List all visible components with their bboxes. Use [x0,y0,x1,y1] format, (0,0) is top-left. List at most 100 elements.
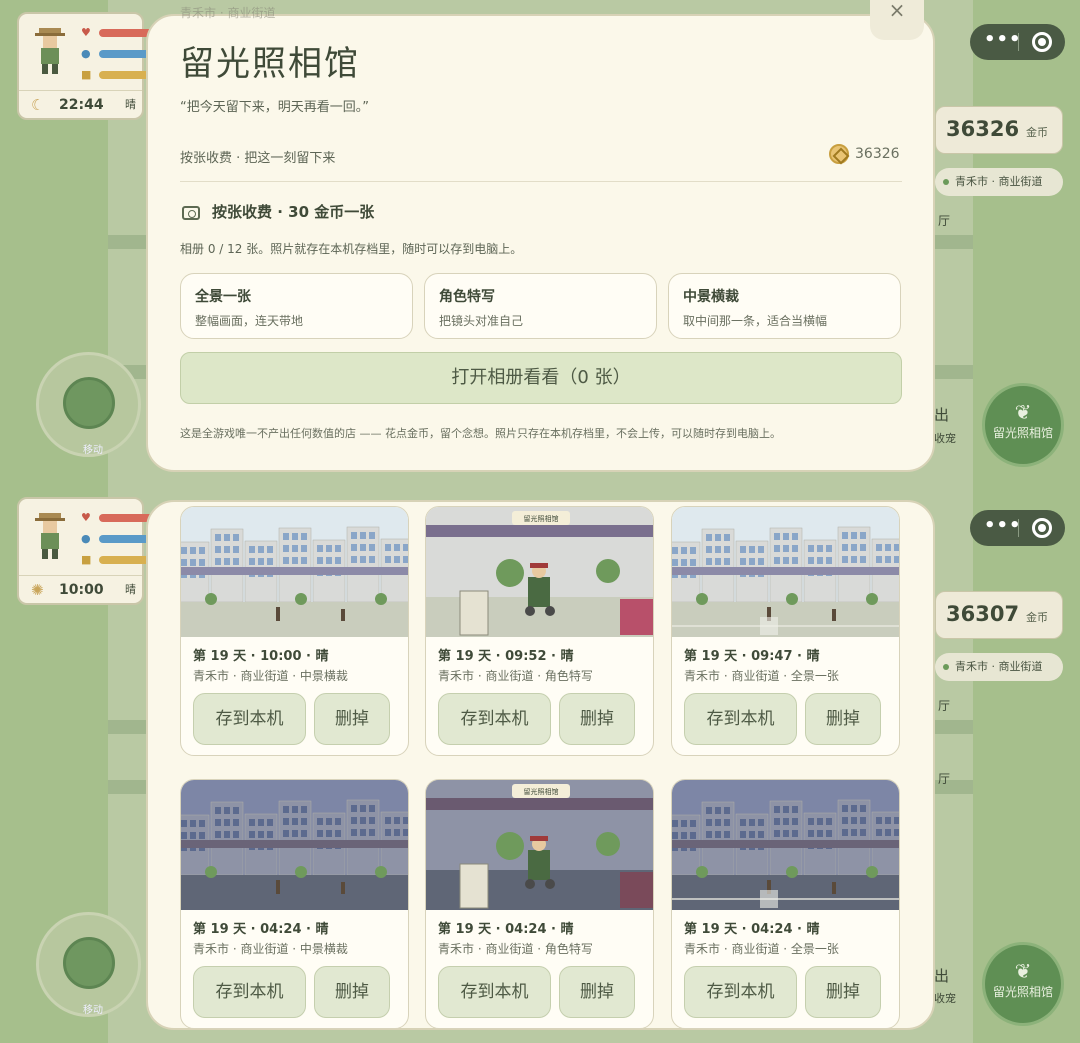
photo-thumbnail[interactable] [181,507,408,637]
delete-photo-button[interactable]: 删掉 [314,966,390,1018]
option-crop[interactable]: 中景横裁 取中间那一条，适合当横幅 [668,273,901,339]
divider [180,181,902,182]
page-title: 留光照相馆 [180,44,360,84]
photo-card: 第 19 天 · 09:47 · 晴青禾市 · 商业街道 · 全景一张存到本机删… [671,506,900,756]
close-miniprogram-icon[interactable] [1032,32,1052,52]
food-icon: ■ [81,553,92,566]
movement-joystick[interactable]: 移动 [36,352,141,457]
shop-sign: 留光照相馆 [524,787,559,796]
photo-thumbnail[interactable] [672,780,899,910]
joystick-knob[interactable] [63,377,115,429]
photo-card: 留光照相馆第 19 天 · 09:52 · 晴青禾市 · 商业街道 · 角色特写… [425,506,654,756]
coin-balance: 36326 [829,144,900,164]
photo-card: 留光照相馆第 19 天 · 04:24 · 晴青禾市 · 商业街道 · 角色特写… [425,779,654,1029]
delete-photo-button[interactable]: 删掉 [314,693,390,745]
photo-card: 第 19 天 · 04:24 · 晴青禾市 · 商业街道 · 中景横裁存到本机删… [180,779,409,1029]
photo-studio-button[interactable]: ❦ 留光照相馆 [982,942,1064,1026]
photo-caption: 第 19 天 · 04:24 · 晴 [684,922,820,937]
moon-icon: ☾ [31,96,45,114]
photo-meta: 青禾市 · 商业街道 · 全景一张 [684,942,839,956]
joystick-label: 移动 [83,445,103,456]
joystick-label: 移动 [83,1005,103,1016]
character-avatar-icon [35,513,65,559]
location-badge: 青禾市 · 商业街道 [935,653,1063,681]
more-icon[interactable]: ••• [984,515,1022,536]
option-name: 全景一张 [195,289,251,305]
photo-thumbnail[interactable] [672,507,899,637]
capsule-divider [1018,519,1019,537]
movement-joystick[interactable]: 移动 [36,912,141,1017]
status-hud[interactable]: ♥ ● ■ ✺ 10:00 晴 [17,497,159,605]
water-drop-icon: ● [81,47,91,60]
close-icon[interactable]: × [889,0,906,22]
album-note: 相册 0 / 12 张。照片就存在本机存档里，随时可以存到电脑上。 [180,242,523,256]
option-desc: 把镜头对准自己 [439,314,524,328]
bottom-screen: ♥ ● ■ ✺ 10:00 晴 ••• 36307 金币 青禾市 · 商业街道 … [0,490,1080,1043]
photo-caption: 第 19 天 · 10:00 · 晴 [193,649,329,664]
option-name: 中景横裁 [683,289,739,305]
close-miniprogram-icon[interactable] [1032,518,1052,538]
joystick-knob[interactable] [63,937,115,989]
clock-time: 22:44 [59,97,104,113]
option-panorama[interactable]: 全景一张 整幅画面，连天带地 [180,273,413,339]
close-button[interactable]: × [870,0,924,40]
more-icon[interactable]: ••• [984,29,1022,50]
photo-thumbnail[interactable] [181,780,408,910]
save-to-local-button[interactable]: 存到本机 [193,966,306,1018]
photo-image: 留光照相馆 [426,780,653,910]
side-tag: 厅 [938,772,951,786]
photo-caption: 第 19 天 · 09:52 · 晴 [438,649,574,664]
photo-studio-button[interactable]: ❦ 留光照相馆 [982,383,1064,467]
photo-thumbnail[interactable]: 留光照相馆 [426,780,653,910]
side-tag: 出 [934,406,950,424]
coin-unit: 金币 [1026,611,1048,624]
heart-icon: ♥ [81,26,91,39]
photo-meta: 青禾市 · 商业街道 · 角色特写 [438,942,593,956]
photo-image [181,507,408,637]
save-to-local-button[interactable]: 存到本机 [684,966,797,1018]
photo-thumbnail[interactable]: 留光照相馆 [426,507,653,637]
photo-caption: 第 19 天 · 04:24 · 晴 [193,922,329,937]
photo-studio-label: 留光照相馆 [992,426,1053,440]
photo-image [672,780,899,910]
photo-card: 第 19 天 · 04:24 · 晴青禾市 · 商业街道 · 全景一张存到本机删… [671,779,900,1029]
footer-note: 这是全游戏唯一不产出任何数值的店 —— 花点金币，留个念想。照片只存在本机存档里… [180,427,781,440]
photo-meta: 青禾市 · 商业街道 · 中景横裁 [193,942,348,956]
miniprogram-capsule[interactable]: ••• [970,24,1065,60]
save-to-local-button[interactable]: 存到本机 [684,693,797,745]
coin-balance-value: 36326 [855,146,900,162]
character-avatar-icon [35,28,65,74]
option-desc: 整幅画面，连天带地 [195,314,304,328]
coin-icon [829,144,849,164]
photo-card: 第 19 天 · 10:00 · 晴青禾市 · 商业街道 · 中景横裁存到本机删… [180,506,409,756]
camera-icon [182,205,200,220]
heart-icon: ♥ [81,511,91,524]
side-tag: 收宠 [934,432,956,445]
delete-photo-button[interactable]: 删掉 [805,966,881,1018]
save-to-local-button[interactable]: 存到本机 [193,693,306,745]
status-hud[interactable]: ♥ ● ■ ☾ 22:44 晴 [17,12,159,120]
option-closeup[interactable]: 角色特写 把镜头对准自己 [424,273,657,339]
side-tag: 厅 [938,699,951,713]
delete-photo-button[interactable]: 删掉 [559,966,635,1018]
side-tag: 出 [934,967,950,985]
coin-value: 36307 [946,602,1020,626]
shop-sign: 留光照相馆 [524,514,559,523]
leaf-icon: ❦ [1014,400,1032,424]
save-to-local-button[interactable]: 存到本机 [438,693,551,745]
photo-meta: 青禾市 · 商业街道 · 全景一张 [684,669,839,683]
photo-caption: 第 19 天 · 09:47 · 晴 [684,649,820,664]
photo-meta: 青禾市 · 商业街道 · 中景横裁 [193,669,348,683]
option-desc: 取中间那一条，适合当横幅 [683,314,828,328]
delete-photo-button[interactable]: 删掉 [559,693,635,745]
save-to-local-button[interactable]: 存到本机 [438,966,551,1018]
coin-counter: 36307 金币 [935,591,1063,639]
photo-caption: 第 19 天 · 04:24 · 晴 [438,922,574,937]
miniprogram-capsule[interactable]: ••• [970,510,1065,546]
capsule-divider [1018,33,1019,51]
photo-image: 留光照相馆 [426,507,653,637]
pricing-line: 按张收费 · 把这一刻留下来 [180,151,336,166]
section-title: 按张收费 · 30 金币一张 [182,201,374,222]
open-album-button[interactable]: 打开相册看看（0 张） [180,352,902,404]
delete-photo-button[interactable]: 删掉 [805,693,881,745]
